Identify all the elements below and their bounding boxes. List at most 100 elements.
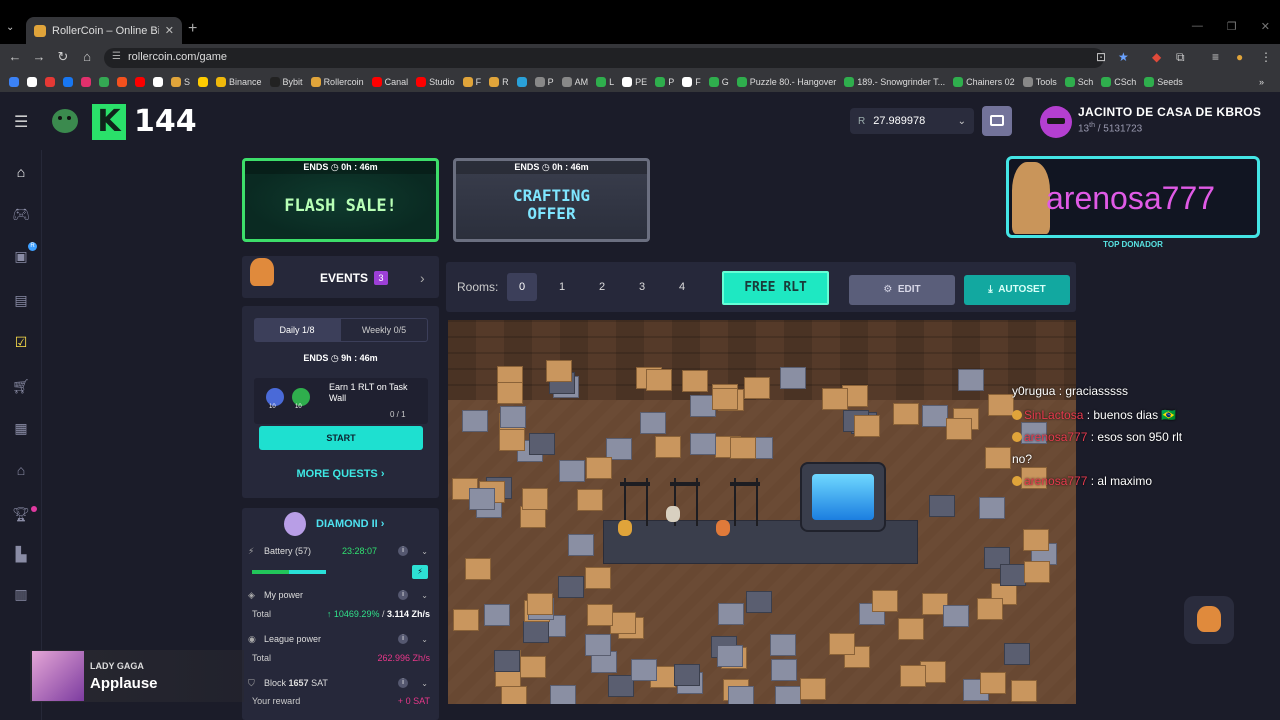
info-icon[interactable]: i — [398, 546, 408, 556]
bookmark-item[interactable]: Bybit — [267, 77, 306, 87]
extension-fox-icon[interactable]: ◆ — [1152, 50, 1161, 64]
marketplace-icon[interactable]: ⌂ — [11, 462, 31, 480]
bookmark-item[interactable]: L — [593, 77, 617, 87]
bookmark-item[interactable] — [78, 77, 94, 87]
bookmark-item[interactable] — [96, 77, 112, 87]
maximize-icon[interactable]: ❐ — [1227, 20, 1237, 33]
bookmark-item[interactable]: F — [460, 77, 485, 87]
bookmark-item[interactable]: S — [168, 77, 193, 87]
bookmark-item[interactable]: P — [532, 77, 557, 87]
gamepad-icon[interactable]: 🎮︎ — [11, 206, 31, 224]
minimize-icon[interactable]: — — [1192, 20, 1203, 33]
bookmark-item[interactable]: Seeds — [1141, 77, 1186, 87]
wallet-button[interactable] — [982, 106, 1012, 136]
crafting-offer-banner[interactable]: ENDS ◷ 0h : 46m CRAFTING OFFER — [453, 158, 650, 242]
bookmark-item[interactable]: AM — [559, 77, 592, 87]
oil-rig-miner-icon[interactable] — [730, 478, 760, 526]
profile-icon[interactable]: ● — [1236, 50, 1243, 64]
bookmark-item[interactable]: P — [652, 77, 677, 87]
bookmark-item[interactable]: Chainers 02 — [950, 77, 1018, 87]
home-icon[interactable]: ⌂ — [11, 164, 31, 182]
calendar-icon[interactable]: ☑ — [11, 334, 31, 352]
bookmark-item[interactable]: Puzzle 80.- Hangover — [734, 77, 840, 87]
bookmark-item[interactable]: F — [679, 77, 704, 87]
balance-selector[interactable]: R 27.989978 ⌄ — [850, 108, 974, 134]
bookmark-item[interactable] — [42, 77, 58, 87]
chevron-down-icon[interactable]: ⌄ — [421, 635, 428, 644]
bookmark-item[interactable]: Rollercoin — [308, 77, 367, 87]
chevron-down-icon[interactable]: ⌄ — [421, 679, 428, 688]
bookmarks-overflow-icon[interactable]: » — [1259, 77, 1264, 87]
back-icon[interactable]: ← — [7, 49, 23, 64]
room-button[interactable]: 4 — [667, 273, 697, 301]
bookmark-item[interactable]: Canal — [369, 77, 412, 87]
more-quests-link[interactable]: MORE QUESTS › — [242, 468, 439, 480]
cryo-pod-icon[interactable] — [800, 462, 886, 532]
rollercoin-logo-icon[interactable] — [52, 109, 78, 133]
bookmark-item[interactable] — [24, 77, 40, 87]
bookmark-item[interactable] — [195, 77, 211, 87]
hamburger-menu-icon[interactable]: ☰ — [14, 112, 28, 132]
battery-boost-button[interactable]: ⚡ — [412, 565, 428, 579]
reload-icon[interactable]: ↻ — [55, 49, 71, 65]
browser-menu-icon[interactable]: ⋮ — [1260, 50, 1272, 64]
bookmark-star-icon[interactable]: ★ — [1118, 50, 1129, 64]
username[interactable]: JACINTO DE CASA DE KBROS — [1078, 105, 1261, 119]
info-icon[interactable]: i — [398, 678, 408, 688]
forward-icon[interactable]: → — [31, 49, 47, 64]
new-tab-icon[interactable]: + — [188, 20, 197, 38]
cart-icon[interactable]: 🛒︎ — [11, 378, 31, 396]
bookmark-item[interactable] — [514, 77, 530, 87]
miner-icon[interactable]: ▙ — [11, 546, 31, 564]
bookmark-item[interactable]: PE — [619, 77, 650, 87]
tab-search-icon[interactable]: ⌄ — [6, 22, 14, 33]
bookmark-item[interactable]: Tools — [1020, 77, 1060, 87]
bookmark-item[interactable] — [60, 77, 76, 87]
site-info-icon[interactable]: ☰ — [112, 51, 121, 62]
close-window-icon[interactable]: ✕ — [1261, 20, 1270, 33]
chevron-down-icon[interactable]: ⌄ — [421, 547, 428, 556]
bookmark-item[interactable] — [6, 77, 22, 87]
bookmark-item[interactable]: R — [486, 77, 512, 87]
room-button[interactable]: 2 — [587, 273, 617, 301]
info-icon[interactable]: i — [398, 634, 408, 644]
home-page-icon[interactable]: ⌂ — [79, 49, 95, 64]
bookmark-item[interactable]: Studio — [413, 77, 458, 87]
avatar[interactable] — [1040, 106, 1072, 138]
bookmark-item[interactable]: CSch — [1098, 77, 1139, 87]
league-name-link[interactable]: DIAMOND II › — [316, 518, 384, 530]
flash-sale-banner[interactable]: ENDS ◷ 0h : 46m FLASH SALE! — [242, 158, 439, 242]
room-button[interactable]: 3 — [627, 273, 657, 301]
tab-daily[interactable]: Daily 1/8 — [254, 318, 340, 342]
browser-tab-rollercoin[interactable]: RollerCoin – Online Bitcoin Mi ✕ — [26, 17, 182, 44]
game-room-canvas[interactable] — [448, 320, 1076, 704]
chevron-down-icon[interactable]: ⌄ — [421, 591, 428, 600]
free-rlt-button[interactable]: FREE RLT — [722, 271, 829, 305]
media-control-icon[interactable]: ≡ — [1212, 50, 1219, 64]
close-tab-icon[interactable]: ✕ — [165, 24, 174, 37]
info-icon[interactable]: i — [398, 590, 408, 600]
edit-room-button[interactable]: ⚙ EDIT — [849, 275, 955, 305]
tab-weekly[interactable]: Weekly 0/5 — [340, 318, 428, 342]
bookmark-item[interactable] — [114, 77, 130, 87]
install-app-icon[interactable]: ⊡ — [1096, 50, 1106, 64]
trophy-icon[interactable]: 🏆︎ — [11, 506, 31, 524]
bookmark-item[interactable] — [150, 77, 166, 87]
support-chat-button[interactable] — [1184, 596, 1234, 644]
store-icon[interactable]: ▤ — [11, 292, 31, 310]
chevron-right-icon[interactable]: › — [420, 270, 425, 286]
bookmark-item[interactable]: 189.- Snowgrinder T... — [841, 77, 948, 87]
start-button[interactable]: START — [259, 426, 423, 450]
rlt-icon[interactable]: ▣ — [11, 248, 31, 266]
bookmark-item[interactable]: Sch — [1062, 77, 1097, 87]
room-button[interactable]: 1 — [547, 273, 577, 301]
bookmark-item[interactable]: Binance — [213, 77, 265, 87]
bookmark-item[interactable]: G — [706, 77, 732, 87]
oil-rig-miner-icon[interactable] — [620, 478, 650, 526]
inventory-icon[interactable]: ▦ — [11, 420, 31, 438]
extensions-puzzle-icon[interactable]: ⧉ — [1176, 50, 1185, 65]
room-button[interactable]: 0 — [507, 273, 537, 301]
news-icon[interactable]: ▥ — [11, 586, 31, 604]
url-field[interactable]: rollercoin.com/game — [104, 48, 1104, 68]
bookmark-item[interactable] — [132, 77, 148, 87]
